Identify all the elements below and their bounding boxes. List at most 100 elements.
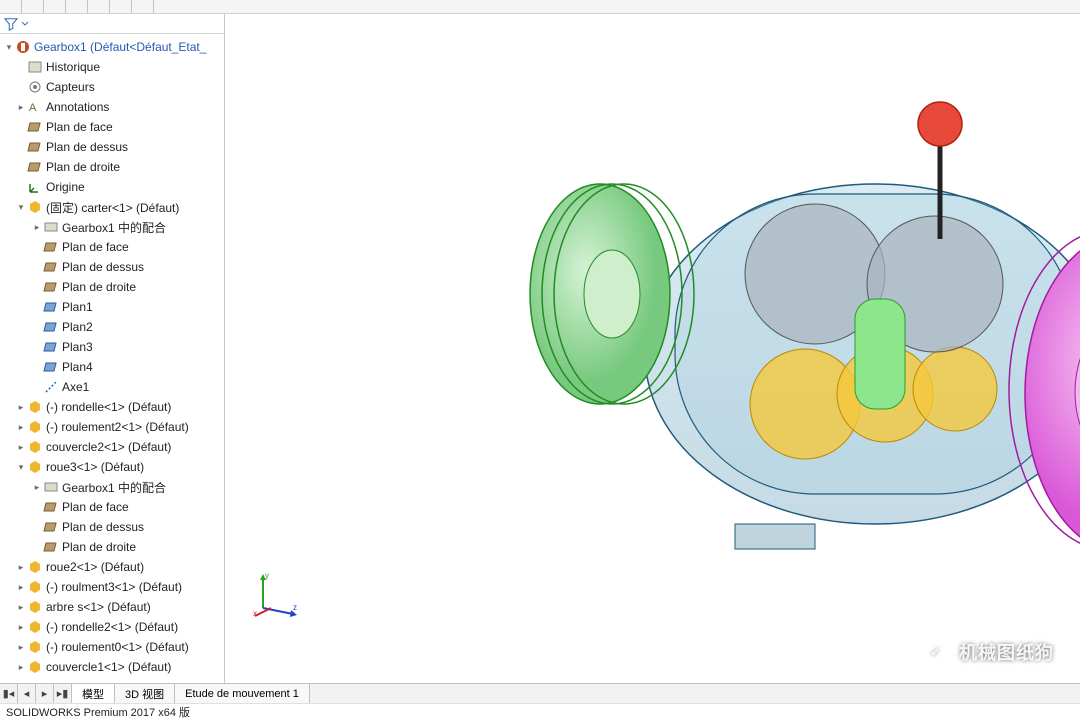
tree-roulement2[interactable]: ▸ (-) roulement2<1> (Défaut) (0, 417, 224, 437)
toolbar-btn[interactable] (0, 0, 22, 13)
tree-arbre-s[interactable]: ▸ arbre s<1> (Défaut) (0, 597, 224, 617)
triad-y-label: y (265, 571, 269, 580)
toolbar-btn[interactable] (44, 0, 66, 13)
tree-plane-face-3[interactable]: Plan de face (0, 497, 224, 517)
component-icon (27, 199, 43, 215)
tab-label: 模型 (82, 686, 104, 702)
tree-mates[interactable]: ▸ Gearbox1 中的配合 (0, 217, 224, 237)
toolbar-btn[interactable] (88, 0, 110, 13)
expand-icon[interactable]: ▸ (32, 222, 42, 233)
graphics-viewport[interactable]: y z x ✓ 机械图纸狗 (225, 14, 1080, 683)
tree-mates-2[interactable]: ▸ Gearbox1 中的配合 (0, 477, 224, 497)
collapse-icon[interactable]: ▾ (16, 202, 26, 213)
orientation-triad[interactable]: y z x (253, 570, 301, 618)
tree-item-label: Axe1 (62, 380, 89, 394)
tree-root[interactable]: ▾ Gearbox1 (Défaut<Défaut_Etat_ (0, 37, 224, 57)
plane-icon (43, 319, 59, 335)
tree-item-label: Plan de droite (62, 540, 136, 554)
plane-icon (43, 519, 59, 535)
tree-item-label: (-) rondelle2<1> (Défaut) (46, 620, 178, 634)
tree-rondelle1[interactable]: ▸(-) rondelle<1> (Défaut) (0, 397, 224, 417)
tree-axe1[interactable]: Axe1 (0, 377, 224, 397)
axis-icon (43, 379, 59, 395)
plane-icon (27, 139, 43, 155)
tree-plan2[interactable]: Plan2 (0, 317, 224, 337)
expand-icon[interactable]: ▸ (16, 102, 26, 113)
tree-plane-right[interactable]: Plan de droite (0, 157, 224, 177)
feature-tree[interactable]: ▾ Gearbox1 (Défaut<Défaut_Etat_ Historiq… (0, 34, 224, 683)
expand-icon[interactable]: ▸ (16, 562, 26, 573)
collapse-icon[interactable]: ▾ (16, 462, 26, 473)
tree-plane-top-3[interactable]: Plan de dessus (0, 517, 224, 537)
toolbar-btn[interactable] (132, 0, 154, 13)
plane-icon (43, 279, 59, 295)
tree-plane-face[interactable]: Plan de face (0, 117, 224, 137)
tree-sensors[interactable]: Capteurs (0, 77, 224, 97)
component-icon (27, 559, 43, 575)
plane-icon (27, 159, 43, 175)
tree-plane-right-3[interactable]: Plan de droite (0, 537, 224, 557)
tree-annotations[interactable]: ▸ A Annotations (0, 97, 224, 117)
expand-icon[interactable]: ▸ (16, 582, 26, 593)
plane-icon (43, 239, 59, 255)
tree-item-label: (固定) carter<1> (Défaut) (46, 199, 179, 216)
tree-item-label: (-) roulement2<1> (Défaut) (46, 420, 189, 434)
tree-origin[interactable]: Origine (0, 177, 224, 197)
tree-plane-right-2[interactable]: Plan de droite (0, 277, 224, 297)
expand-icon[interactable]: ▸ (16, 442, 26, 453)
main-area: ▾ Gearbox1 (Défaut<Défaut_Etat_ Historiq… (0, 14, 1080, 683)
toolbar-btn[interactable] (66, 0, 88, 13)
tree-carter[interactable]: ▾ (固定) carter<1> (Défaut) (0, 197, 224, 217)
toolbar-btn[interactable] (22, 0, 44, 13)
tree-roue3[interactable]: ▾roue3<1> (Défaut) (0, 457, 224, 477)
tree-roulement0[interactable]: ▸(-) roulement0<1> (Défaut) (0, 637, 224, 657)
component-icon (27, 419, 43, 435)
tree-couvercle1[interactable]: ▸ couvercle1<1> (Défaut) (0, 657, 224, 677)
tree-plane-top-2[interactable]: Plan de dessus (0, 257, 224, 277)
tree-plan3[interactable]: Plan3 (0, 337, 224, 357)
tree-item-label: Gearbox1 中的配合 (62, 219, 166, 236)
status-bar: SOLIDWORKS Premium 2017 x64 版 (0, 703, 1080, 719)
expand-icon[interactable]: ▸ (16, 402, 26, 413)
tree-roue2[interactable]: ▸ roue2<1> (Défaut) (0, 557, 224, 577)
plane-icon (43, 539, 59, 555)
tree-item-label: Gearbox1 中的配合 (62, 479, 166, 496)
tree-rondelle2[interactable]: ▸ (-) rondelle2<1> (Défaut) (0, 617, 224, 637)
tree-item-label: Annotations (46, 100, 109, 114)
tree-plan1[interactable]: Plan1 (0, 297, 224, 317)
tab-motion-study[interactable]: Etude de mouvement 1 (175, 684, 310, 703)
tab-nav-next[interactable]: ▸ (36, 684, 54, 703)
plane-icon (27, 119, 43, 135)
tab-3dview[interactable]: 3D 视图 (115, 684, 175, 703)
tree-couvercle2[interactable]: ▸couvercle2<1> (Défaut) (0, 437, 224, 457)
tree-item-label: Plan de face (46, 120, 113, 134)
tree-item-label: roue2<1> (Défaut) (46, 560, 144, 574)
collapse-icon[interactable]: ▾ (4, 42, 14, 53)
tree-plane-face-2[interactable]: Plan de face (0, 237, 224, 257)
tree-plane-top[interactable]: Plan de dessus (0, 137, 224, 157)
tree-item-label: Plan de dessus (46, 140, 128, 154)
history-icon (27, 59, 43, 75)
tab-model[interactable]: 模型 (72, 684, 115, 703)
expand-icon[interactable]: ▸ (32, 482, 42, 493)
status-text: SOLIDWORKS Premium 2017 x64 版 (6, 704, 190, 719)
expand-icon[interactable]: ▸ (16, 602, 26, 613)
tree-filter-bar[interactable] (0, 14, 224, 34)
expand-icon[interactable]: ▸ (16, 422, 26, 433)
watermark: ✓ 机械图纸狗 (921, 639, 1054, 665)
assembly-icon (15, 39, 31, 55)
tab-nav-last[interactable]: ▸▮ (54, 684, 72, 703)
expand-icon[interactable]: ▸ (16, 622, 26, 633)
tree-item-label: Plan de droite (46, 160, 120, 174)
expand-icon[interactable]: ▸ (16, 642, 26, 653)
expand-icon[interactable]: ▸ (16, 662, 26, 673)
tree-roulment3[interactable]: ▸(-) roulment3<1> (Défaut) (0, 577, 224, 597)
origin-icon (27, 179, 43, 195)
tree-history[interactable]: Historique (0, 57, 224, 77)
tab-nav-prev[interactable]: ◂ (18, 684, 36, 703)
tree-plan4[interactable]: Plan4 (0, 357, 224, 377)
tab-nav-first[interactable]: ▮◂ (0, 684, 18, 703)
tree-item-label: couvercle1<1> (Défaut) (46, 660, 171, 674)
tree-item-label: arbre s<1> (Défaut) (46, 600, 151, 614)
toolbar-btn[interactable] (110, 0, 132, 13)
